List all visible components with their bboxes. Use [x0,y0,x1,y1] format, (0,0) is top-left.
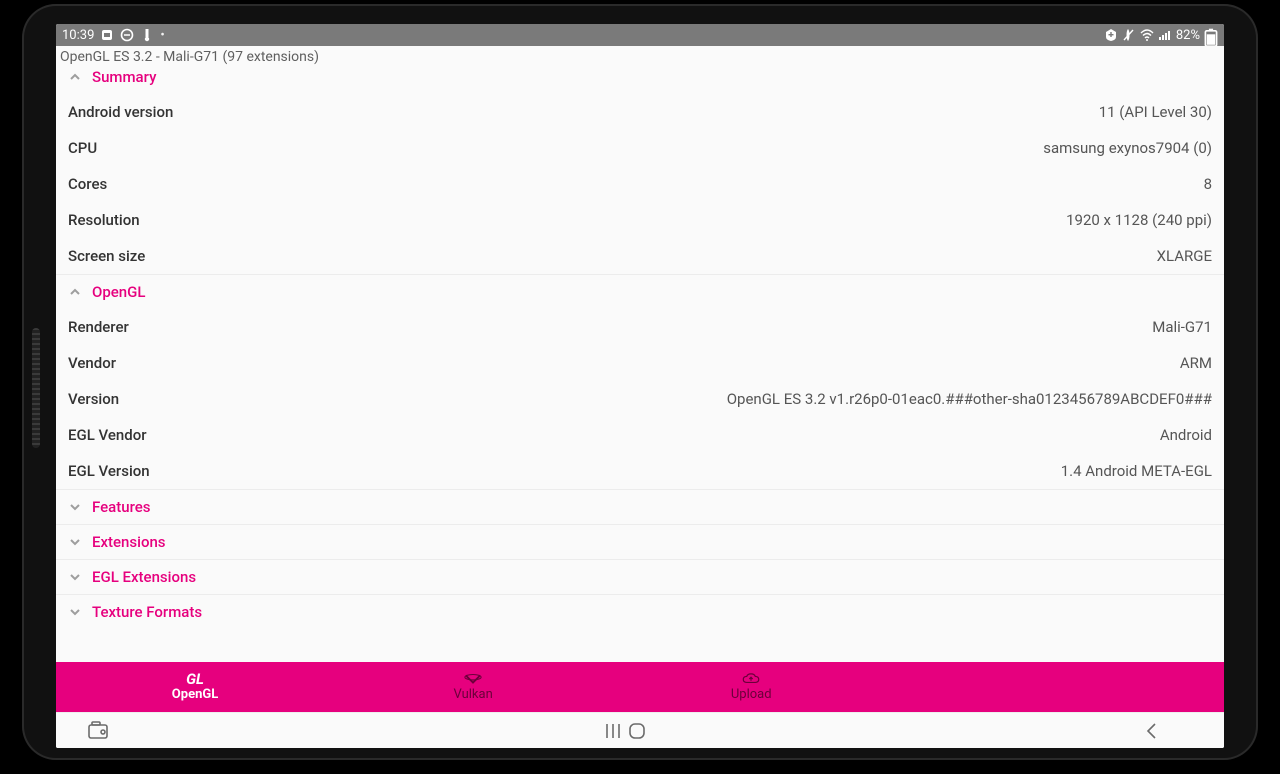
status-bar: 10:39 • [56,24,1224,46]
screen: 10:39 • [56,24,1224,748]
section-header-features[interactable]: Features [56,489,1224,524]
tab-spacer [890,662,1224,712]
row-screen-size: Screen size XLARGE [56,238,1224,274]
row-android-version: Android version 11 (API Level 30) [56,94,1224,130]
section-title: Summary [92,68,156,86]
key-icon [140,28,154,42]
section-header-egl-extensions[interactable]: EGL Extensions [56,559,1224,594]
section-header-extensions[interactable]: Extensions [56,524,1224,559]
tab-label: Upload [731,687,772,702]
tab-opengl[interactable]: GL OpenGL [56,662,334,712]
section-title: Texture Formats [92,603,202,621]
row-resolution: Resolution 1920 x 1128 (240 ppi) [56,202,1224,238]
section-header-opengl[interactable]: OpenGL [56,274,1224,309]
signal-icon [1158,28,1172,42]
chevron-up-icon [68,285,82,299]
cloud-upload-icon [742,672,760,686]
status-time: 10:39 [62,28,94,43]
section-header-summary[interactable]: Summary [56,68,1224,94]
android-navbar [56,712,1224,748]
speaker-grille [32,328,40,448]
row-cores: Cores 8 [56,166,1224,202]
row-cpu: CPU samsung exynos7904 (0) [56,130,1224,166]
device-frame: 10:39 • [22,4,1258,760]
row-version: Version OpenGL ES 3.2 v1.r26p0-01eac0.##… [56,381,1224,417]
section-title: Extensions [92,533,166,551]
gl-icon: GL [186,672,204,686]
chevron-down-icon [68,535,82,549]
vulkan-icon [464,672,482,686]
row-vendor: Vendor ARM [56,345,1224,381]
tab-vulkan[interactable]: Vulkan [334,662,612,712]
row-egl-vendor: EGL Vendor Android [56,417,1224,453]
nav-screenshot-button[interactable] [86,719,110,743]
row-egl-version: EGL Version 1.4 Android META-EGL [56,453,1224,489]
tab-label: Vulkan [454,687,493,702]
section-title: EGL Extensions [92,568,196,586]
chevron-up-icon [68,70,82,84]
status-dot: • [160,28,164,43]
chevron-down-icon [68,500,82,514]
battery-icon [1204,28,1218,42]
tab-upload[interactable]: Upload [612,662,890,712]
circle-minus-icon [120,28,134,42]
wifi-icon [1140,28,1154,42]
tab-label: OpenGL [172,687,218,702]
row-renderer: Renderer Mali-G71 [56,309,1224,345]
battery-saver-icon [1104,28,1118,42]
content-scroll[interactable]: Summary Android version 11 (API Level 30… [56,68,1224,662]
battery-percent: 82% [1176,28,1200,43]
nav-home-button[interactable] [625,719,649,743]
nav-back-button[interactable] [1140,719,1164,743]
app-badge-icon [100,28,114,42]
section-title: Features [92,498,150,516]
page-subtitle: OpenGL ES 3.2 - Mali-G71 (97 extensions) [56,46,1224,68]
chevron-down-icon [68,605,82,619]
nav-recents-button[interactable] [601,719,625,743]
chevron-down-icon [68,570,82,584]
mute-icon [1122,28,1136,42]
section-title: OpenGL [92,283,145,301]
bottom-tabs: GL OpenGL Vulkan Upload [56,662,1224,712]
section-header-texture-formats[interactable]: Texture Formats [56,594,1224,629]
